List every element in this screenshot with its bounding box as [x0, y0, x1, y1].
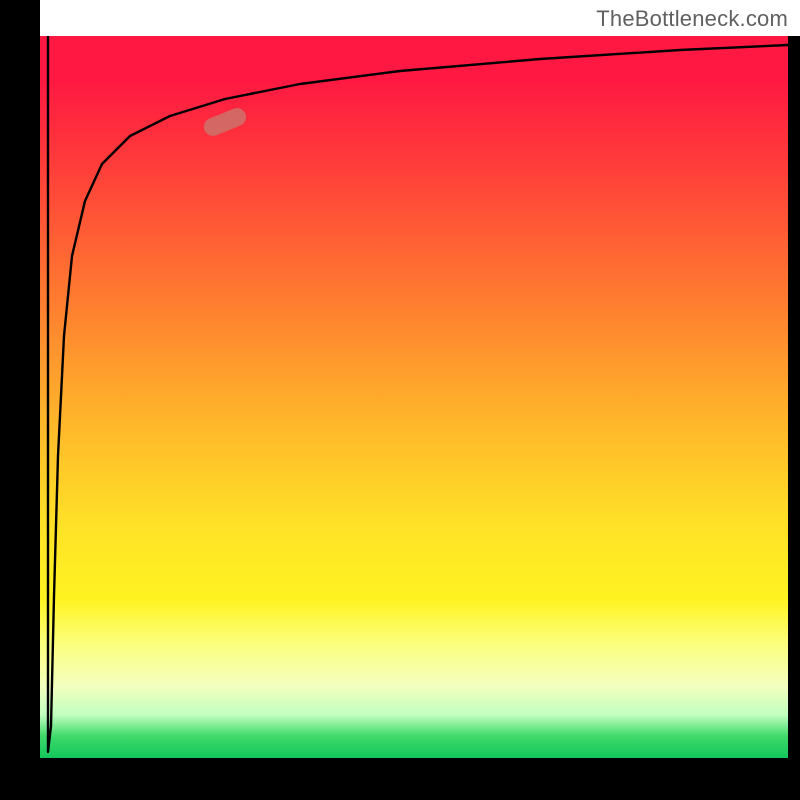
x-axis-black-band	[0, 758, 800, 800]
bottleneck-curve-path	[48, 36, 788, 752]
y-axis-black-band	[0, 0, 40, 800]
chart-plot-area	[40, 36, 788, 758]
curve-svg	[40, 36, 788, 758]
watermark-text: TheBottleneck.com	[596, 6, 788, 32]
